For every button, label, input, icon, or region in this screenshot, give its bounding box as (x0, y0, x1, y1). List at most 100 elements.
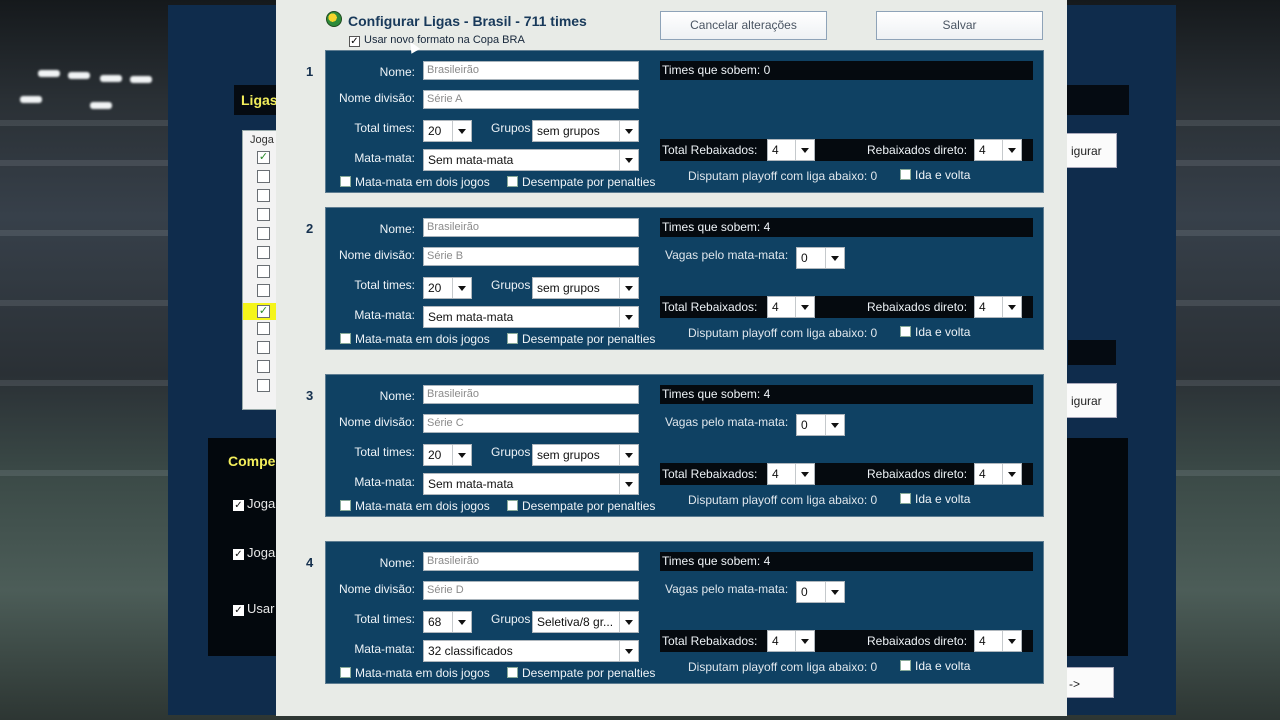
mata-dois-jogos-checkbox[interactable]: Mata-mata em dois jogos (340, 666, 490, 680)
nome-divisao-input[interactable]: Série D (423, 581, 639, 600)
total-rebaixados-select[interactable]: 4 (767, 463, 815, 485)
chevron-down-icon (795, 297, 814, 317)
chevron-down-icon (619, 445, 638, 465)
list-checkbox-selected[interactable]: ✓ (243, 303, 279, 320)
mata-dois-jogos-checkbox[interactable]: Mata-mata em dois jogos (340, 175, 490, 189)
desempate-checkbox[interactable]: Desempate por penalties (507, 666, 655, 680)
list-checkbox[interactable] (257, 341, 270, 354)
comp-option-1[interactable]: ✓ Joga (233, 496, 275, 511)
mata-dois-jogos-checkbox[interactable]: Mata-mata em dois jogos (340, 332, 490, 346)
ida-volta-checkbox[interactable]: Ida e volta (900, 659, 970, 673)
total-times-select[interactable]: 20 (423, 120, 472, 142)
list-checkbox[interactable] (257, 246, 270, 259)
chevron-down-icon (452, 612, 471, 632)
total-rebaixados-select[interactable]: 4 (767, 296, 815, 318)
globe-icon (326, 11, 342, 27)
list-checkbox[interactable] (257, 208, 270, 221)
chevron-down-icon (1002, 631, 1021, 651)
nome-divisao-label: Nome divisão: (338, 91, 415, 105)
list-checkbox[interactable] (257, 284, 270, 297)
vagas-label: Vagas pelo mata-mata: (665, 582, 789, 596)
chevron-down-icon (795, 140, 814, 160)
total-rebaixados-select[interactable]: 4 (767, 139, 815, 161)
chevron-down-icon (452, 278, 471, 298)
rebaixados-direto-label: Rebaixados direto: (867, 634, 968, 648)
mata-mata-label: Mata-mata: (354, 642, 415, 656)
mata-dois-jogos-checkbox[interactable]: Mata-mata em dois jogos (340, 499, 490, 513)
list-header: Joga (250, 134, 274, 146)
mata-mata-label: Mata-mata: (354, 308, 415, 322)
save-button[interactable]: Salvar (876, 11, 1043, 40)
chevron-down-icon (825, 248, 844, 268)
vagas-select[interactable]: 0 (796, 581, 845, 603)
list-checkbox[interactable] (257, 170, 270, 183)
times-sobem-label: Times que sobem: 4 (660, 218, 1033, 237)
total-times-label: Total times: (354, 278, 415, 292)
times-sobem-label: Times que sobem: 0 (660, 61, 1033, 80)
playoff-label: Disputam playoff com liga abaixo: 0 (688, 493, 878, 507)
total-rebaixados-select[interactable]: 4 (767, 630, 815, 652)
configurar-button[interactable]: igurar (1064, 133, 1117, 168)
comp-option-3[interactable]: ✓ Usar (233, 601, 274, 616)
desempate-checkbox[interactable]: Desempate por penalties (507, 499, 655, 513)
list-checkbox[interactable] (257, 322, 270, 335)
grupos-select[interactable]: sem grupos (532, 444, 639, 466)
grupos-label: Grupos (491, 445, 531, 459)
rebaixados-direto-select[interactable]: 4 (974, 296, 1022, 318)
leagues-list[interactable]: Joga ✓ ✓ (242, 130, 279, 410)
vagas-label: Vagas pelo mata-mata: (665, 415, 789, 429)
chevron-down-icon (452, 121, 471, 141)
comp-option-2[interactable]: ✓ Joga (233, 545, 275, 560)
desempate-checkbox[interactable]: Desempate por penalties (507, 332, 655, 346)
total-times-select[interactable]: 20 (423, 277, 472, 299)
rebaixados-direto-select[interactable]: 4 (974, 463, 1022, 485)
configurar-button-2[interactable]: igurar (1064, 383, 1117, 418)
nome-divisao-label: Nome divisão: (338, 415, 415, 429)
vagas-select[interactable]: 0 (796, 414, 845, 436)
nome-divisao-input[interactable]: Série A (423, 90, 639, 109)
mata-mata-select[interactable]: Sem mata-mata (423, 473, 639, 495)
total-times-label: Total times: (354, 612, 415, 626)
total-times-select[interactable]: 20 (423, 444, 472, 466)
list-checkbox[interactable] (257, 189, 270, 202)
nome-divisao-input[interactable]: Série B (423, 247, 639, 266)
list-checkbox[interactable] (257, 265, 270, 278)
nome-divisao-input[interactable]: Série C (423, 414, 639, 433)
chevron-down-icon (452, 445, 471, 465)
mata-mata-label: Mata-mata: (354, 151, 415, 165)
list-checkbox[interactable] (257, 360, 270, 373)
desempate-checkbox[interactable]: Desempate por penalties (507, 175, 655, 189)
mata-mata-select[interactable]: 32 classificados (423, 640, 639, 662)
check-icon: ✓ (349, 36, 360, 47)
nome-label: Nome: (379, 222, 415, 236)
chevron-down-icon (619, 121, 638, 141)
cancel-button[interactable]: Cancelar alterações (660, 11, 827, 40)
league-number: 4 (306, 555, 314, 570)
chevron-down-icon (619, 307, 638, 327)
grupos-select[interactable]: sem grupos (532, 277, 639, 299)
list-checkbox[interactable] (257, 379, 270, 392)
ida-volta-checkbox[interactable]: Ida e volta (900, 168, 970, 182)
mata-mata-select[interactable]: Sem mata-mata (423, 306, 639, 328)
total-times-select[interactable]: 68 (423, 611, 472, 633)
new-format-checkbox[interactable]: ✓ Usar novo formato na Copa BRA (349, 34, 525, 47)
nome-input[interactable]: Brasileirão (423, 61, 639, 80)
ida-volta-checkbox[interactable]: Ida e volta (900, 325, 970, 339)
rebaixados-direto-select[interactable]: 4 (974, 630, 1022, 652)
mata-mata-select[interactable]: Sem mata-mata (423, 149, 639, 171)
dialog-title: Configurar Ligas - Brasil - 711 times (348, 13, 587, 29)
vagas-select[interactable]: 0 (796, 247, 845, 269)
grupos-select[interactable]: Seletiva/8 gr... (532, 611, 639, 633)
grupos-select[interactable]: sem grupos (532, 120, 639, 142)
league-number: 1 (306, 64, 314, 79)
league-number: 3 (306, 388, 314, 403)
list-checkbox[interactable] (257, 227, 270, 240)
list-checkbox[interactable]: ✓ (257, 151, 270, 164)
chevron-down-icon (619, 278, 638, 298)
chevron-down-icon (619, 612, 638, 632)
nome-input[interactable]: Brasileirão (423, 218, 639, 237)
rebaixados-direto-select[interactable]: 4 (974, 139, 1022, 161)
nome-input[interactable]: Brasileirão (423, 385, 639, 404)
ida-volta-checkbox[interactable]: Ida e volta (900, 492, 970, 506)
nome-input[interactable]: Brasileirão (423, 552, 639, 571)
